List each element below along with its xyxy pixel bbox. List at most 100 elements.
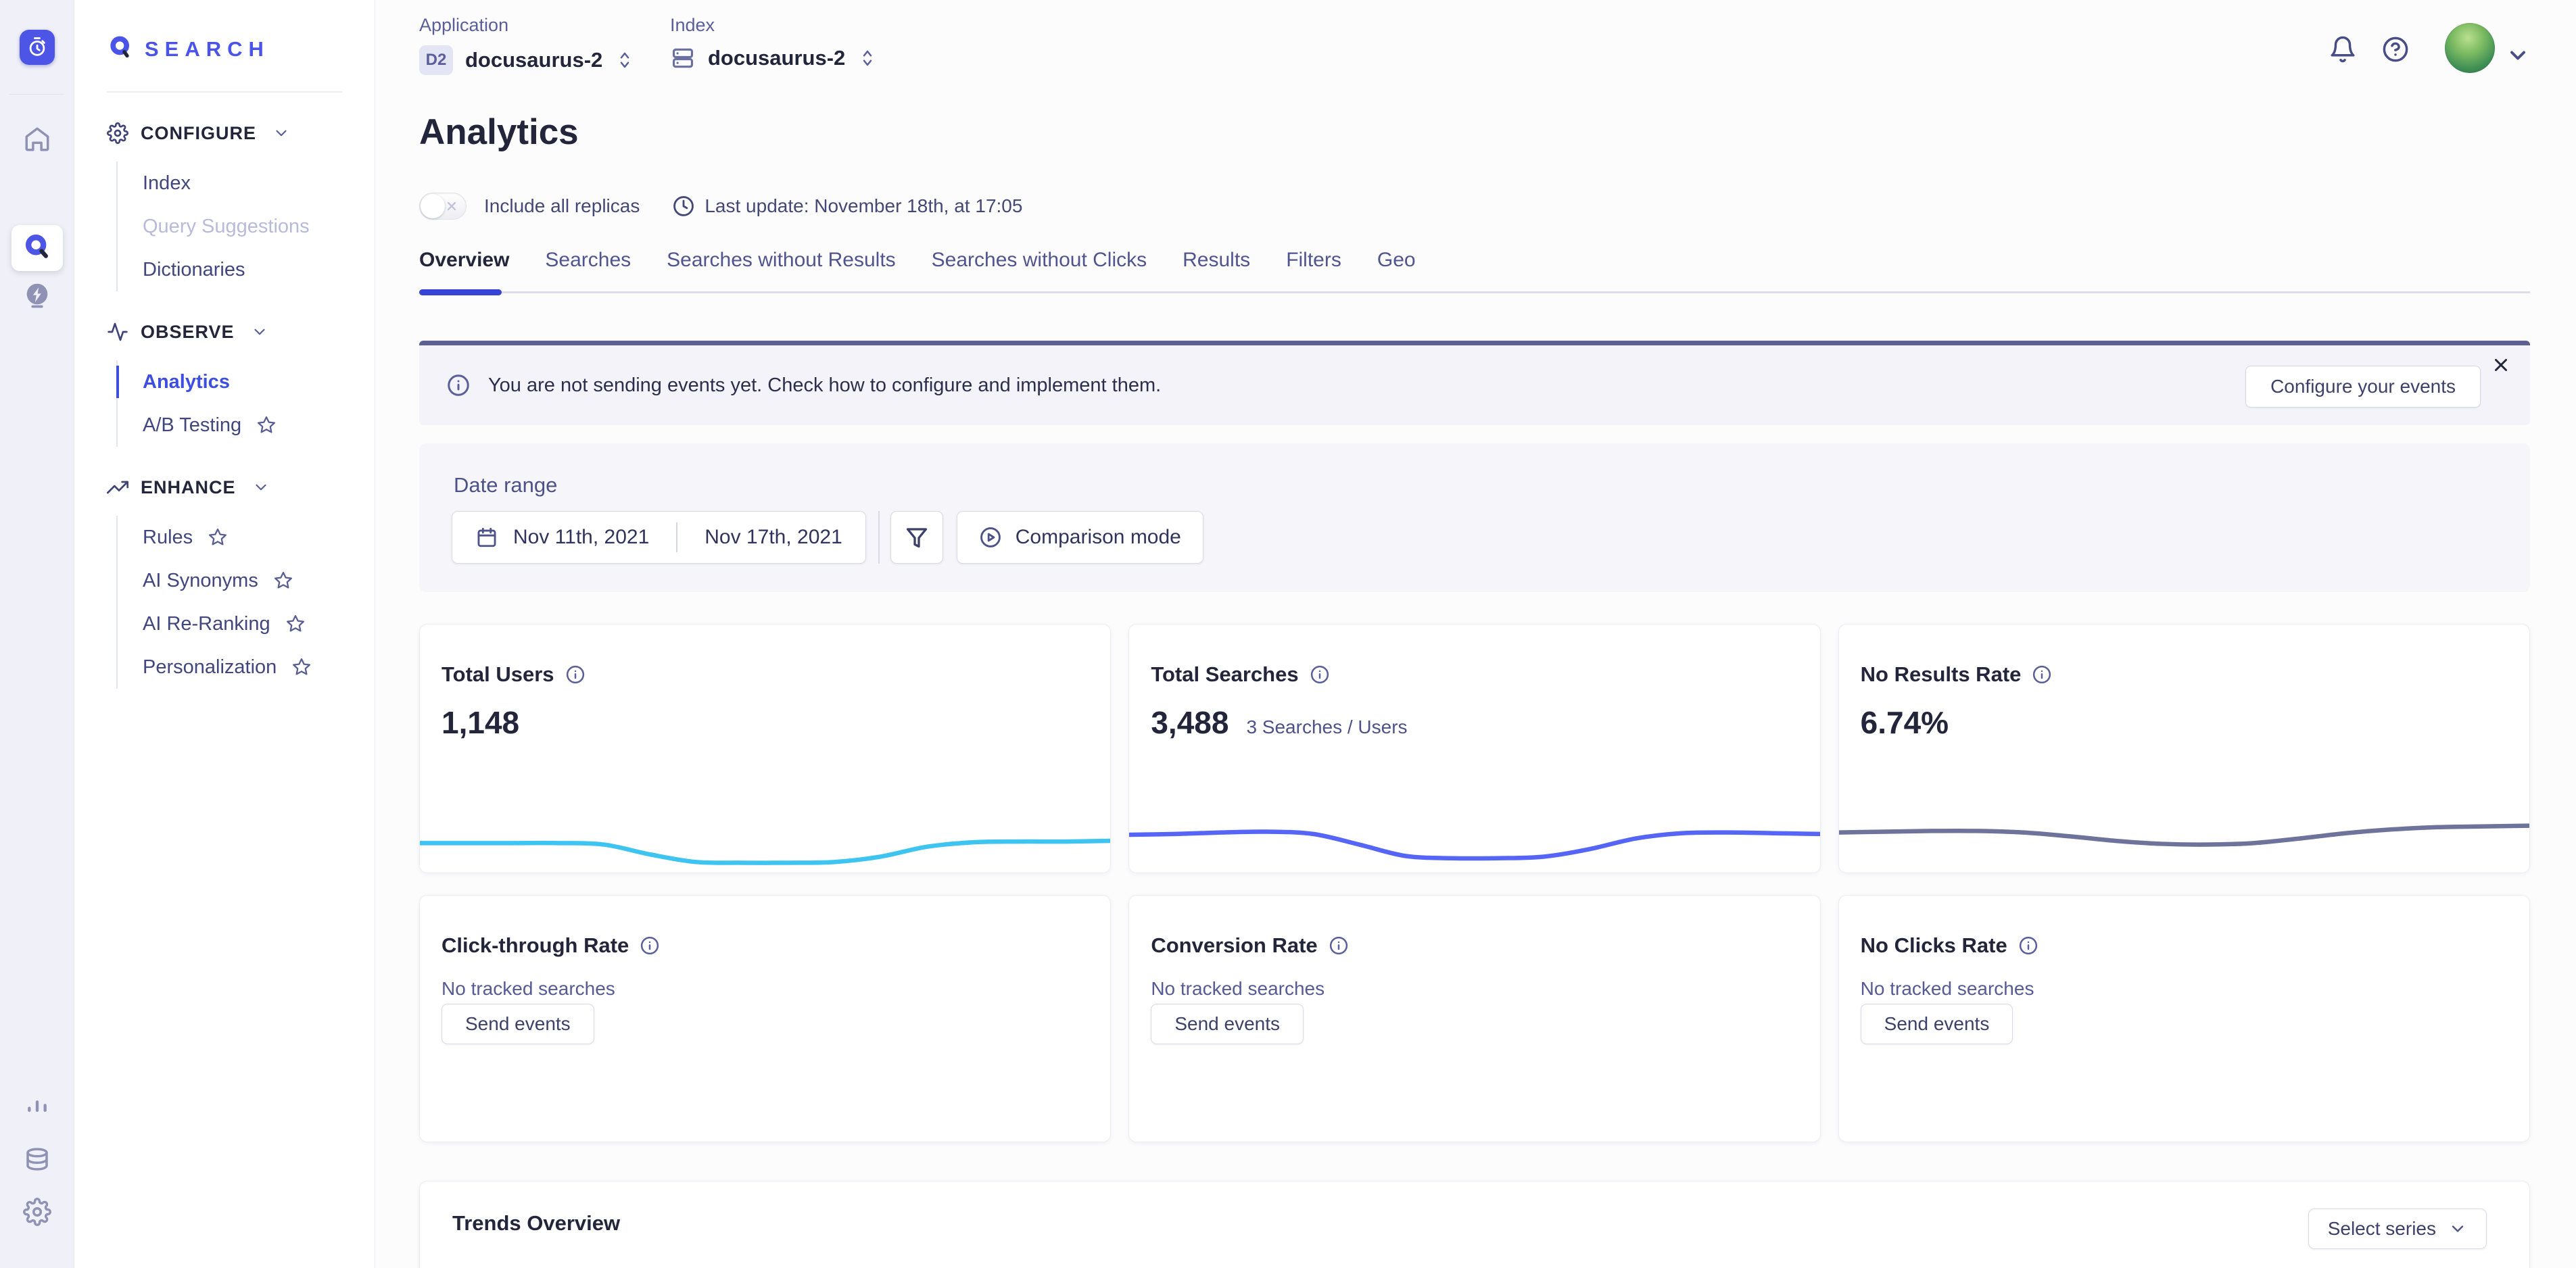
tab-geo[interactable]: Geo: [1377, 249, 1416, 272]
card-title: No Results Rate: [1861, 662, 2022, 687]
date-start: Nov 11th, 2021: [513, 526, 649, 549]
toggle-knob: [421, 194, 445, 218]
section-label: ENHANCE: [141, 477, 236, 498]
select-arrows-icon: [857, 46, 878, 70]
search-product-button[interactable]: [11, 225, 63, 271]
no-results-rate-value: 6.74%: [1861, 704, 1949, 741]
sidebar-item-dictionaries[interactable]: Dictionaries: [143, 248, 375, 291]
application-selector[interactable]: Application D2 docusaurus-2: [419, 15, 635, 75]
card-title: Conversion Rate: [1151, 933, 1317, 958]
search-product-icon: [22, 232, 52, 265]
card-title: Click-through Rate: [442, 933, 629, 958]
sidebar-item-query-suggestions: Query Suggestions: [143, 205, 375, 248]
card-title: Total Searches: [1151, 662, 1298, 687]
page-title: Analytics: [419, 112, 2530, 153]
index-label: Index: [670, 15, 878, 36]
trends-overview-card: Trends Overview Select series: [419, 1181, 2530, 1268]
topbar: Application D2 docusaurus-2 Index docusa…: [419, 15, 2530, 89]
home-nav-button[interactable]: [0, 125, 74, 153]
sidebar-item-label: Index: [143, 172, 191, 195]
clock-icon: [672, 195, 695, 218]
sidebar-item-rules[interactable]: Rules: [143, 516, 375, 559]
tab-results[interactable]: Results: [1183, 249, 1250, 272]
close-banner-button[interactable]: [2487, 351, 2515, 379]
search-logo: SEARCH: [107, 34, 375, 64]
bar-chart-icon: [24, 1093, 51, 1120]
calendar-icon: [475, 526, 498, 549]
star-icon: [208, 527, 228, 547]
sidebar-item-label: AI Synonyms: [143, 570, 258, 592]
sidebar-item-label: Dictionaries: [143, 259, 245, 281]
send-events-button[interactable]: Send events: [442, 1004, 594, 1044]
application-label: Application: [419, 15, 635, 36]
sidebar-item-index[interactable]: Index: [143, 162, 375, 205]
settings-nav-button[interactable]: [0, 1198, 74, 1226]
searches-per-user: 3 Searches / Users: [1246, 716, 1407, 738]
sidebar-item-label: AI Re-Ranking: [143, 613, 270, 635]
date-range-label: Date range: [454, 473, 557, 497]
info-circle-icon[interactable]: [1310, 664, 1330, 685]
filter-button[interactable]: [890, 511, 943, 564]
info-circle-icon[interactable]: [1329, 935, 1349, 956]
observe-items: Analytics A/B Testing: [116, 360, 375, 447]
sidebar-item-analytics[interactable]: Analytics: [143, 360, 375, 404]
star-icon: [273, 570, 293, 591]
send-events-label: Send events: [1174, 1013, 1280, 1035]
activity-pulse-icon: [107, 321, 128, 343]
application-value: docusaurus-2: [465, 48, 602, 72]
tab-overview[interactable]: Overview: [419, 249, 509, 272]
enhance-section-header[interactable]: ENHANCE: [107, 477, 375, 498]
select-series-button[interactable]: Select series: [2308, 1209, 2487, 1249]
user-menu-button[interactable]: [2506, 43, 2530, 68]
send-events-label: Send events: [465, 1013, 571, 1035]
section-label: OBSERVE: [141, 322, 235, 343]
click-through-rate-card: Click-through Rate No tracked searches S…: [419, 895, 1111, 1142]
sidebar-item-label: A/B Testing: [143, 414, 241, 437]
date-separator: [676, 522, 677, 552]
configure-events-button[interactable]: Configure your events: [2245, 366, 2481, 408]
info-circle-icon[interactable]: [640, 935, 660, 956]
app-switcher-button[interactable]: [20, 30, 55, 65]
events-banner: You are not sending events yet. Check ho…: [419, 341, 2530, 425]
help-button[interactable]: [2381, 35, 2410, 64]
logo-text: SEARCH: [145, 37, 270, 62]
date-range-button[interactable]: Nov 11th, 2021 Nov 17th, 2021: [452, 511, 866, 564]
active-tab-indicator: [419, 289, 502, 295]
tab-searches[interactable]: Searches: [545, 249, 631, 272]
sidebar-item-ai-re-ranking[interactable]: AI Re-Ranking: [143, 602, 375, 645]
tab-searches-without-results[interactable]: Searches without Results: [667, 249, 896, 272]
send-events-button[interactable]: Send events: [1151, 1004, 1304, 1044]
sidebar-item-ab-testing[interactable]: A/B Testing: [143, 404, 375, 447]
empty-state-text: No tracked searches: [1151, 978, 1325, 1000]
configure-section-header[interactable]: CONFIGURE: [107, 122, 375, 144]
user-avatar[interactable]: [2445, 23, 2495, 73]
info-circle-icon[interactable]: [2032, 664, 2052, 685]
tabs-underline: [419, 291, 2530, 293]
bell-icon: [2329, 35, 2357, 64]
data-nav-button[interactable]: [0, 1145, 74, 1173]
info-circle-icon[interactable]: [2018, 935, 2038, 956]
sidebar: SEARCH CONFIGURE Index Query Suggestions…: [74, 0, 375, 1268]
total-users-card: Total Users 1,148: [419, 624, 1111, 873]
comparison-mode-button[interactable]: Comparison mode: [957, 511, 1203, 564]
total-searches-value: 3,488: [1151, 704, 1229, 741]
sidebar-item-ai-synonyms[interactable]: AI Synonyms: [143, 559, 375, 602]
analytics-dashboard: SEARCH CONFIGURE Index Query Suggestions…: [0, 0, 2576, 1268]
tab-searches-without-clicks[interactable]: Searches without Clicks: [932, 249, 1147, 272]
observe-section-header[interactable]: OBSERVE: [107, 321, 375, 343]
gear-icon: [107, 122, 128, 144]
toggle-off-x-icon: [444, 198, 460, 214]
sidebar-item-personalization[interactable]: Personalization: [143, 645, 375, 689]
monitoring-nav-button[interactable]: [0, 1093, 74, 1120]
index-selector[interactable]: Index docusaurus-2: [670, 15, 878, 71]
recommend-product-button[interactable]: [0, 280, 74, 314]
sidebar-section-enhance: ENHANCE Rules AI Synonyms AI Re-Ranking …: [107, 477, 375, 689]
tab-filters[interactable]: Filters: [1286, 249, 1341, 272]
info-circle-icon[interactable]: [565, 664, 586, 685]
star-icon: [256, 415, 277, 435]
include-replicas-toggle[interactable]: [419, 193, 467, 220]
include-replicas-label: Include all replicas: [484, 195, 640, 217]
notifications-button[interactable]: [2329, 35, 2357, 64]
send-events-button[interactable]: Send events: [1861, 1004, 2013, 1044]
date-range-panel: Date range Nov 11th, 2021 Nov 17th, 2021…: [419, 443, 2530, 592]
